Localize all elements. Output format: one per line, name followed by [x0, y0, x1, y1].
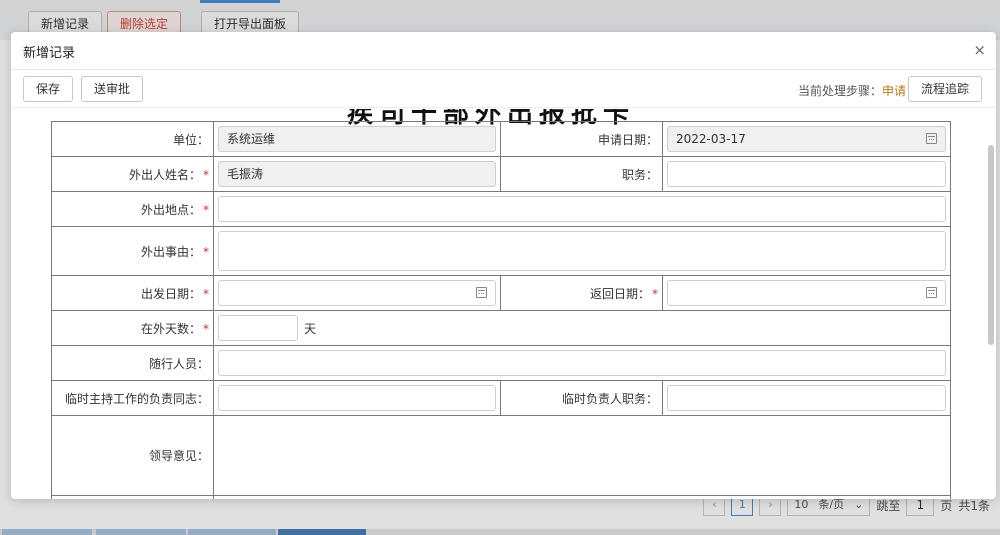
calendar-icon[interactable]	[926, 287, 937, 298]
dialog-toolbar: 保存 送审批 当前处理步骤：申请 流程追踪	[11, 70, 996, 108]
depart-date-label: 出发日期： *	[51, 275, 214, 311]
place-label: 外出地点： *	[51, 191, 214, 227]
save-button[interactable]: 保存	[23, 76, 74, 102]
position-label: 职务：	[500, 156, 663, 192]
acting-person-label: 临时主持工作的负责同志：	[51, 380, 214, 416]
return-date-field[interactable]	[667, 280, 946, 306]
days-label: 在外天数： *	[51, 310, 214, 346]
current-step-value: 申请	[881, 84, 906, 98]
days-field[interactable]	[218, 315, 298, 341]
leader-opinion-area	[213, 415, 951, 496]
depart-date-field[interactable]	[218, 280, 496, 306]
add-record-dialog: 新增记录 × 保存 送审批 当前处理步骤：申请 流程追踪 疾司干部外出报批卡 单…	[11, 32, 996, 499]
return-date-label: 返回日期： *	[500, 275, 663, 311]
reason-field[interactable]	[218, 231, 946, 271]
submit-approval-button[interactable]: 送审批	[81, 76, 144, 102]
leader-opinion-label: 领导意见：	[51, 415, 214, 496]
table-row	[51, 495, 214, 499]
dialog-header: 新增记录 ×	[11, 32, 996, 70]
apply-date-field[interactable]: 2022-03-17	[667, 126, 946, 152]
name-field[interactable]: 毛振涛	[218, 161, 496, 187]
companions-label: 随行人员：	[51, 345, 214, 381]
acting-person-field[interactable]	[218, 385, 496, 411]
acting-position-field[interactable]	[667, 385, 946, 411]
position-field[interactable]	[667, 161, 946, 187]
place-field[interactable]	[218, 196, 946, 222]
current-step-label: 当前处理步骤：	[797, 84, 882, 98]
calendar-icon[interactable]	[926, 133, 937, 144]
days-unit: 天	[304, 321, 317, 336]
apply-date-label: 申请日期：	[500, 121, 663, 157]
vertical-scrollbar[interactable]	[988, 145, 994, 345]
approval-form-table: 单位： 系统运维 申请日期： 2022-03-17 外出人姓名： * 毛振涛 职务…	[51, 121, 951, 499]
dialog-title: 新增记录	[23, 46, 76, 61]
current-step: 当前处理步骤：申请	[798, 82, 906, 99]
reason-label: 外出事由： *	[51, 226, 214, 276]
dialog-body: 疾司干部外出报批卡 单位： 系统运维 申请日期： 2022-03-17 外出人姓…	[11, 109, 996, 499]
calendar-icon[interactable]	[476, 287, 487, 298]
acting-position-label: 临时负责人职务：	[500, 380, 663, 416]
unit-label: 单位：	[51, 121, 214, 157]
unit-field[interactable]: 系统运维	[218, 126, 496, 152]
close-icon[interactable]: ×	[973, 41, 986, 59]
process-trace-button[interactable]: 流程追踪	[907, 76, 982, 102]
table-row	[213, 495, 951, 499]
companions-field[interactable]	[218, 350, 946, 376]
name-label: 外出人姓名： *	[51, 156, 214, 192]
